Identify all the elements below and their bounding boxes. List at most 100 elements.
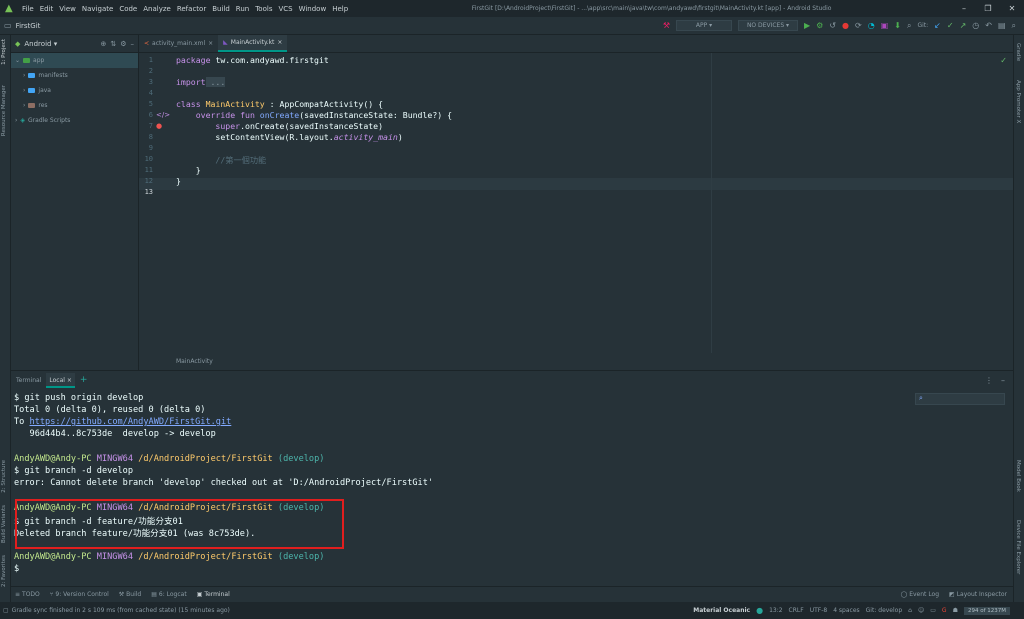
tool-label: Layout Inspector <box>956 591 1007 598</box>
cursor-position[interactable]: 13:2 <box>769 607 782 614</box>
class-marker-icon[interactable]: </> <box>156 111 170 119</box>
maximize-icon[interactable]: ❐ <box>976 4 1000 13</box>
menu-code[interactable]: Code <box>116 5 140 13</box>
tab-local[interactable]: Local × <box>46 373 75 388</box>
minimize-icon[interactable]: – <box>952 4 976 13</box>
menu-window[interactable]: Window <box>296 5 330 13</box>
indent-setting[interactable]: 4 spaces <box>833 607 859 614</box>
view-mode-dropdown[interactable]: Android ▾ <box>24 40 57 48</box>
repo-link[interactable]: https://github.com/AndyAWD/FirstGit.git <box>30 417 232 427</box>
close-icon[interactable]: ✕ <box>1000 4 1024 13</box>
menu-file[interactable]: File <box>19 5 37 13</box>
menu-help[interactable]: Help <box>329 5 351 13</box>
menu-view[interactable]: View <box>56 5 79 13</box>
editor-breadcrumb[interactable]: MainActivity <box>176 358 213 365</box>
tab-mainactivity-kt[interactable]: ◣ MainActivity.kt × <box>218 35 288 52</box>
git-commit-icon[interactable]: ✓ <box>947 21 954 30</box>
menu-build[interactable]: Build <box>209 5 233 13</box>
git-push-icon[interactable]: ↗ <box>960 21 967 30</box>
tree-item-app[interactable]: ⌄ app <box>11 53 138 68</box>
terminal-output[interactable]: $ git push origin develop Total 0 (delta… <box>14 393 1004 583</box>
menu-navigate[interactable]: Navigate <box>79 5 116 13</box>
status-toggle-icon[interactable]: ▢ <box>3 607 9 614</box>
tab-activity-main-xml[interactable]: ≺ activity_main.xml × <box>139 35 218 52</box>
logcat-tool-button[interactable]: ▤ 6: Logcat <box>151 591 186 598</box>
hammer-icon[interactable]: ⚒ <box>663 21 670 30</box>
collapse-icon[interactable]: ⇅ <box>110 40 116 48</box>
favorites-tab[interactable]: 2: Favorites <box>1 555 7 587</box>
project-structure-icon[interactable]: ▤ <box>998 21 1006 30</box>
tree-item-res[interactable]: › res <box>11 98 138 113</box>
tree-item-manifests[interactable]: › manifests <box>11 68 138 83</box>
prompt-system: MINGW64 <box>91 454 134 464</box>
notification-icon[interactable]: ▭ <box>930 607 936 614</box>
prompt-system: MINGW64 <box>91 552 134 562</box>
memory-indicator[interactable]: 294 of 1237M <box>963 606 1010 615</box>
menu-analyze[interactable]: Analyze <box>140 5 174 13</box>
menu-vcs[interactable]: VCS <box>275 5 295 13</box>
code-token: override fun <box>176 110 255 120</box>
chevron-right-icon: › <box>15 117 18 124</box>
folded-imports[interactable]: ... <box>205 77 226 87</box>
menu-tools[interactable]: Tools <box>252 5 275 13</box>
profiler-icon[interactable]: ◔ <box>868 21 875 30</box>
override-marker-icon[interactable]: ● <box>156 122 162 130</box>
build-variants-tab[interactable]: Build Variants <box>1 505 7 543</box>
sdk-manager-icon[interactable]: ⬇ <box>894 21 901 30</box>
resource-manager-tab[interactable]: Resource Manager <box>1 85 7 136</box>
app-promoter-tab[interactable]: App Promoter X <box>1015 80 1021 123</box>
settings-gear-icon[interactable]: ⚙ <box>120 40 126 48</box>
search-everywhere-icon[interactable]: ⌕ <box>1012 21 1016 30</box>
event-log-button[interactable]: ◯ Event Log <box>901 591 940 598</box>
project-tool-tab[interactable]: 1: Project <box>1 39 7 65</box>
inspection-ok-icon[interactable]: ✓ <box>1000 56 1007 65</box>
device-file-explorer-tab[interactable]: Device File Explorer <box>1015 520 1021 574</box>
tree-item-label: app <box>33 57 45 64</box>
new-terminal-icon[interactable]: + <box>77 373 91 388</box>
line-separator[interactable]: CRLF <box>789 607 804 614</box>
build-tool-button[interactable]: ⚒ Build <box>119 591 141 598</box>
run-config-dropdown[interactable]: APP ▾ <box>676 20 732 31</box>
menu-edit[interactable]: Edit <box>37 5 57 13</box>
git-rollback-icon[interactable]: ↶ <box>985 21 992 30</box>
model-book-tab[interactable]: Model Book <box>1015 460 1021 492</box>
right-tool-strip: Gradle App Promoter X Model Book Device … <box>1013 35 1024 602</box>
main-toolbar: ⚒ APP ▾ NO DEVICES ▾ ▶ ⚙ ↺ ● ⟳ ◔ ▣ ⬇ ⌕ G… <box>663 20 1016 31</box>
git-update-icon[interactable]: ↙ <box>934 21 941 30</box>
theme-label[interactable]: Material Oceanic <box>693 607 750 614</box>
lock-icon[interactable]: ⌂ <box>908 607 912 614</box>
layout-inspector-button[interactable]: ◩ Layout Inspector <box>949 591 1007 598</box>
close-tab-icon[interactable]: × <box>208 40 213 47</box>
google-icon[interactable]: G <box>942 607 947 614</box>
code-content[interactable]: package tw.com.andyawd.firstgit import .… <box>176 53 876 353</box>
locate-icon[interactable]: ⊕ <box>100 40 106 48</box>
structure-tab[interactable]: 2: Structure <box>1 460 7 493</box>
breadcrumb[interactable]: FirstGit <box>16 22 41 30</box>
debug-icon[interactable]: ⚙ <box>816 21 823 30</box>
smiley-icon[interactable]: ☺ <box>918 607 924 614</box>
sync-icon[interactable]: ⟳ <box>855 21 862 30</box>
avd-manager-icon[interactable]: ▣ <box>881 21 889 30</box>
todo-tool-button[interactable]: ≡ TODO <box>15 591 40 598</box>
tree-item-gradle-scripts[interactable]: › ◈ Gradle Scripts <box>11 113 138 128</box>
git-history-icon[interactable]: ◷ <box>972 21 979 30</box>
hector-icon[interactable]: ☗ <box>953 607 958 614</box>
hide-icon[interactable]: – <box>131 40 135 48</box>
file-encoding[interactable]: UTF-8 <box>810 607 828 614</box>
git-branch[interactable]: Git: develop <box>866 607 903 614</box>
device-dropdown[interactable]: NO DEVICES ▾ <box>738 20 798 31</box>
status-message[interactable]: Gradle sync finished in 2 s 109 ms (from… <box>12 607 230 614</box>
menu-refactor[interactable]: Refactor <box>174 5 209 13</box>
terminal-tool-button[interactable]: ▣ Terminal <box>197 591 230 598</box>
stop-icon[interactable]: ● <box>842 21 849 30</box>
gradle-tab[interactable]: Gradle <box>1015 43 1021 61</box>
apply-changes-icon[interactable]: ↺ <box>829 21 836 30</box>
version-control-tool-button[interactable]: ⑂ 9: Version Control <box>50 591 109 598</box>
menu-run[interactable]: Run <box>233 5 252 13</box>
close-tab-icon[interactable]: × <box>277 39 282 46</box>
search-icon[interactable]: ⌕ <box>907 21 911 30</box>
hide-panel-icon[interactable]: – <box>1001 376 1005 385</box>
tree-item-java[interactable]: › java <box>11 83 138 98</box>
terminal-settings-icon[interactable]: ⋮ <box>985 376 993 385</box>
run-icon[interactable]: ▶ <box>804 21 810 30</box>
